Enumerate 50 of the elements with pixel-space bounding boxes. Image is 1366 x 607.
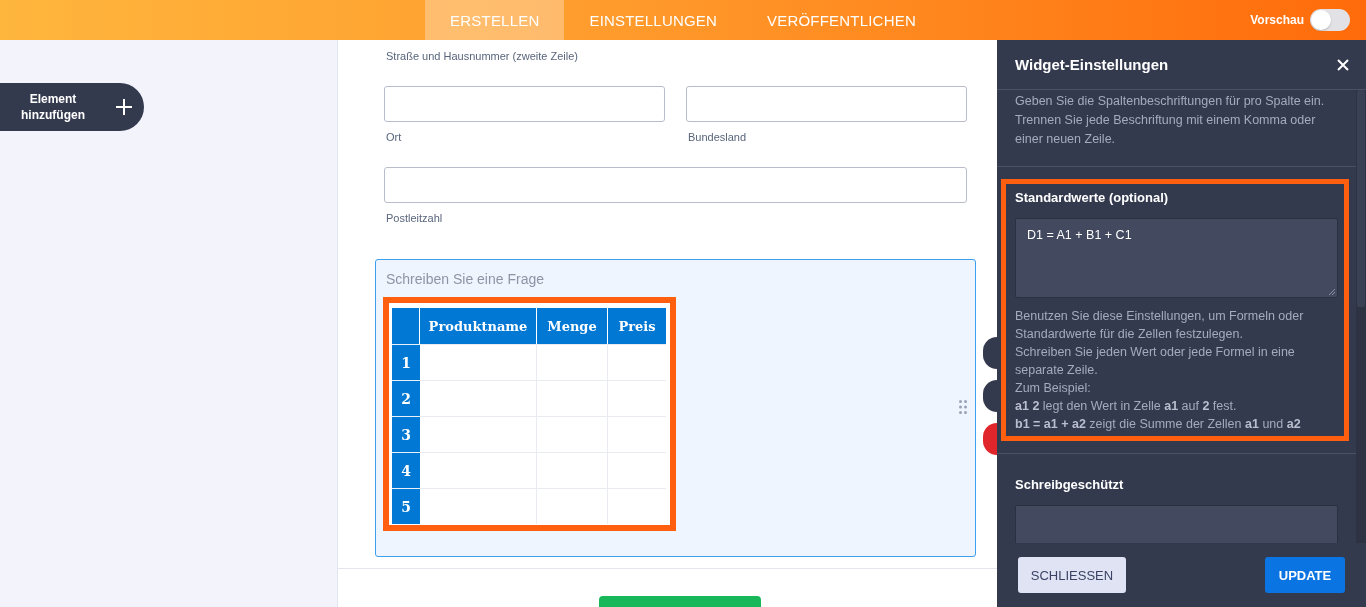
text-input[interactable] xyxy=(686,86,967,122)
section-title: Standardwerte (optional) xyxy=(1015,190,1169,206)
secondary-button[interactable]: SCHLIESSEN xyxy=(1018,557,1126,593)
row-number: 4 xyxy=(392,452,420,488)
help-text: a1 2 legt den Wert in Zelle a1 auf 2 fest. xyxy=(1015,398,1238,415)
table-cell[interactable] xyxy=(420,452,537,488)
table-cell[interactable] xyxy=(420,344,537,380)
nav-tab[interactable]: VERÖFFENTLICHEN xyxy=(742,0,941,40)
row-number: 1 xyxy=(392,344,420,380)
section-title: Schreibgeschützt xyxy=(1015,477,1124,493)
table-cell[interactable] xyxy=(537,344,608,380)
row-number: 2 xyxy=(392,380,420,416)
primary-button[interactable]: UPDATE xyxy=(1265,557,1345,593)
side-action-button[interactable] xyxy=(983,380,997,412)
table-cell[interactable] xyxy=(420,380,537,416)
add-element-button[interactable]: Element hinzufügen xyxy=(0,83,144,131)
row-number: 3 xyxy=(392,416,420,452)
text-area-field[interactable] xyxy=(1015,505,1338,543)
preview-toggle[interactable] xyxy=(1310,9,1350,31)
corner-cell xyxy=(392,308,420,344)
column-header: Menge xyxy=(537,308,608,344)
field-label: Straße und Hausnummer (zweite Zeile) xyxy=(386,50,578,63)
preview-label: Vorschau xyxy=(1250,13,1304,27)
side-action-button[interactable] xyxy=(983,423,997,455)
panel-description: Geben Sie die Spaltenbeschriftungen für pro Spalte ein. Trennen Sie jede Beschriftung mit einem Komma oder einer neuen Zeile. xyxy=(1015,94,1325,146)
side-action-button[interactable] xyxy=(983,337,997,369)
text-input[interactable] xyxy=(384,86,665,122)
question-placeholder: Schreiben Sie eine Frage xyxy=(386,271,544,288)
drag-handle-icon[interactable] xyxy=(959,400,967,414)
text-area-field[interactable]: D1 = A1 + B1 + C1 xyxy=(1015,218,1338,298)
panel-title: Widget-Einstellungen xyxy=(1015,56,1169,73)
table-cell[interactable] xyxy=(420,488,537,524)
help-text: b1 = a1 + a2 zeigt die Summe der Zellen a1 und a2 xyxy=(1015,416,1302,433)
column-header: Preis xyxy=(608,308,666,344)
field-label: Postleitzahl xyxy=(386,212,443,225)
resize-grip-icon xyxy=(1329,289,1335,295)
close-icon[interactable] xyxy=(1337,58,1349,71)
field-label: Bundesland xyxy=(688,131,747,144)
table-cell[interactable] xyxy=(537,488,608,524)
help-text: Schreiben Sie jeden Wert oder jede Formel in eine separate Zeile. xyxy=(1015,344,1296,379)
plus-icon xyxy=(116,99,132,115)
scrollbar-thumb[interactable] xyxy=(1357,90,1365,307)
help-text: Zum Beispiel: xyxy=(1015,380,1092,397)
text-input[interactable] xyxy=(384,167,967,203)
table-cell[interactable] xyxy=(420,416,537,452)
question-card[interactable]: Schreiben Sie eine Frage Produktname Menge Preis 1 2 3 4 5 xyxy=(375,259,976,557)
help-text: Benutzen Sie diese Einstellungen, um Formeln oder Standardwerte für die Zellen festzulegen. xyxy=(1015,308,1305,343)
column-header: Produktname xyxy=(420,308,537,344)
field-label: Ort xyxy=(386,131,402,144)
row-number: 5 xyxy=(392,488,420,524)
